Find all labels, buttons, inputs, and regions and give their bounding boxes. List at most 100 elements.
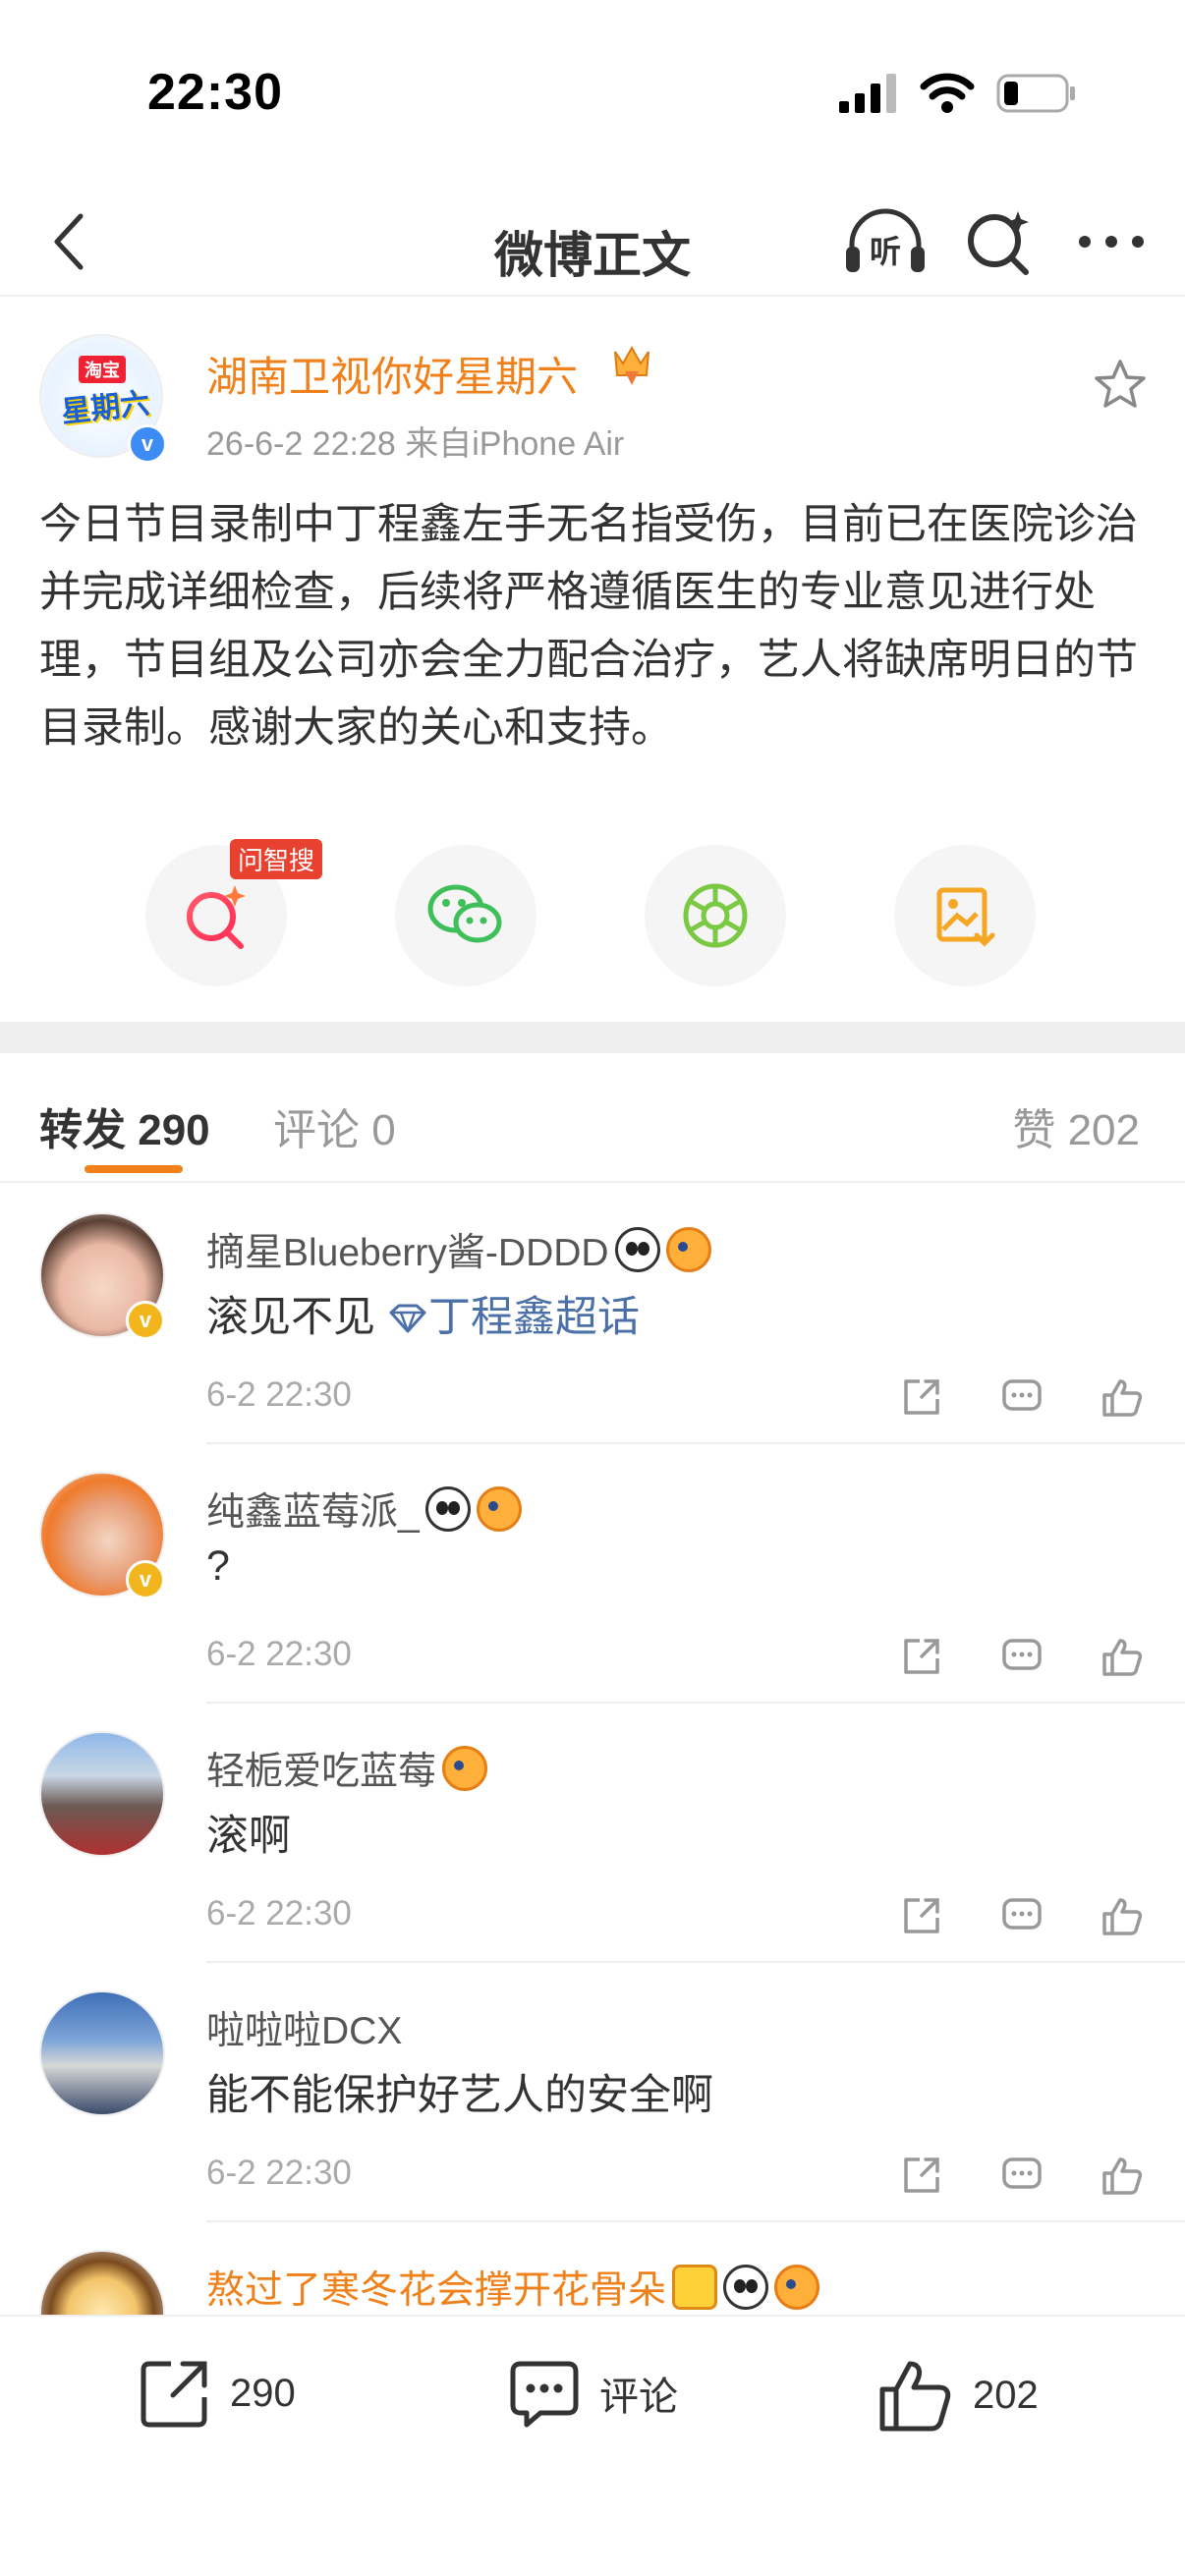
comment-actions	[894, 1629, 1150, 1684]
comment-button[interactable]	[994, 1370, 1049, 1425]
post-meta: 26-6-2 22:28 来自iPhone Air	[206, 425, 625, 463]
panda-badge-icon	[614, 1227, 660, 1272]
comment-text: ?	[206, 1542, 230, 1590]
repost-button[interactable]	[894, 1888, 949, 1943]
favorite-star-icon[interactable]	[1091, 356, 1150, 415]
topic-link-label: 丁程鑫超话	[427, 1294, 640, 1341]
comment-author-row: 熬过了寒冬花会撑开花骨朵	[206, 2260, 820, 2315]
share-icon	[904, 1898, 939, 1933]
like-button[interactable]	[1095, 1629, 1150, 1684]
share-row: 问智搜	[145, 839, 1040, 992]
comment-author-row: 轻栀爱吃蓝莓	[206, 1741, 488, 1796]
like-button[interactable]	[1095, 1370, 1150, 1425]
tab-comments-count: 0	[371, 1106, 396, 1154]
more-button[interactable]	[1067, 200, 1156, 283]
headphones-icon: 听	[846, 208, 925, 272]
fish-badge-icon	[665, 1227, 711, 1272]
comment-author-row: 纯鑫蓝莓派_	[206, 1482, 522, 1537]
author-name[interactable]: 湖南卫视你好星期六	[206, 344, 578, 404]
fish-badge-icon	[476, 1486, 522, 1532]
share-icon	[904, 1379, 939, 1415]
comment-icon	[1002, 2157, 1042, 2189]
comment-icon	[1002, 1379, 1042, 1411]
comment-text: 能不能保护好艺人的安全啊	[206, 2072, 713, 2119]
tab-likes-label: 赞	[1012, 1106, 1056, 1154]
repost-item: 熬过了寒冬花会撑开花骨朵	[0, 2222, 1185, 2315]
member-badge-icon	[614, 345, 649, 385]
ask-search-tag: 问智搜	[230, 839, 323, 879]
repost-button[interactable]	[894, 1629, 949, 1684]
comment-icon	[510, 2361, 579, 2428]
verified-badge: v	[128, 424, 167, 464]
like-button[interactable]	[1095, 2148, 1150, 2203]
wechat-share-button[interactable]	[395, 845, 536, 986]
comment-actions	[894, 1370, 1150, 1425]
comment-text: 滚啊	[206, 1813, 291, 1860]
section-separator	[0, 1022, 1185, 1053]
post-header: 淘宝 星期六 v 湖南卫视你好星期六 26-6-2 22:28 来自iPhone…	[39, 334, 1150, 472]
share-icon	[141, 2361, 207, 2428]
repost-button[interactable]	[894, 1370, 949, 1425]
ask-search-button[interactable]: 问智搜	[145, 839, 323, 986]
user-avatar[interactable]	[39, 2250, 165, 2315]
tab-reposts-label: 转发	[39, 1106, 126, 1154]
user-avatar[interactable]	[39, 1731, 165, 1857]
comment-author[interactable]: 摘星Blueberry酱-DDDD	[206, 1222, 609, 1277]
tab-likes[interactable]: 赞 202	[1012, 1094, 1140, 1157]
thumbs-up-icon	[1102, 1639, 1143, 1676]
bottom-like-count: 202	[973, 2373, 1039, 2417]
thumbs-up-icon	[879, 2361, 951, 2432]
comment-author[interactable]: 啦啦啦DCX	[206, 2000, 402, 2055]
comment-time: 6-2 22:30	[206, 1894, 352, 1932]
search-button[interactable]	[955, 200, 1044, 283]
avatar-logo-main: 星期六	[59, 387, 151, 429]
comment-icon	[1002, 1639, 1042, 1670]
comment-author[interactable]: 熬过了寒冬花会撑开花骨朵	[206, 2260, 666, 2315]
signal-icon	[839, 74, 896, 113]
comment-button[interactable]	[994, 1888, 1049, 1943]
repost-button[interactable]	[894, 2148, 949, 2203]
bottom-repost-button[interactable]: 290	[138, 2356, 296, 2431]
fish-badge-icon	[774, 2265, 820, 2310]
post-body: 今日节目录制中丁程鑫左手无名指受伤，目前已在医院诊治并完成详细检查，后续将严格遵…	[39, 501, 1138, 752]
thumbs-up-icon	[1102, 1379, 1143, 1417]
comment-author[interactable]: 纯鑫蓝莓派_	[206, 1482, 420, 1537]
save-image-button[interactable]	[894, 845, 1036, 986]
status-icons	[837, 73, 1077, 114]
tab-likes-count: 202	[1067, 1106, 1140, 1154]
moments-share-button[interactable]	[645, 845, 786, 986]
comment-actions	[894, 1888, 1150, 1943]
fish-badge-icon	[442, 1746, 488, 1791]
status-time: 22:30	[147, 64, 283, 121]
ai-search-icon	[187, 885, 246, 949]
comment-button[interactable]	[994, 1629, 1049, 1684]
comment-time: 6-2 22:30	[206, 2154, 352, 2192]
user-avatar[interactable]	[39, 1990, 165, 2116]
thumbs-up-icon	[1102, 2157, 1143, 2195]
comment-text: 滚见不见 丁程鑫超话	[206, 1283, 640, 1344]
panda-badge-icon	[723, 2265, 769, 2310]
bottom-action-bar: 290 评论 202	[0, 2315, 1185, 2576]
comment-author[interactable]: 轻栀爱吃蓝莓	[206, 1741, 436, 1796]
crown-badge-icon	[672, 2265, 718, 2310]
diamond-icon	[389, 1304, 426, 1333]
share-icon	[904, 2157, 939, 2193]
bottom-comment-button[interactable]: 评论	[507, 2356, 678, 2431]
wechat-icon	[427, 884, 502, 943]
bottom-repost-count: 290	[230, 2371, 296, 2415]
comment-author-row: 啦啦啦DCX	[206, 2000, 402, 2055]
comment-author-row: 摘星Blueberry酱-DDDD	[206, 1222, 711, 1277]
like-button[interactable]	[1095, 1888, 1150, 1943]
listen-button[interactable]: 听	[841, 200, 930, 283]
tab-reposts[interactable]: 转发 290	[39, 1094, 210, 1157]
comment-button[interactable]	[994, 2148, 1049, 2203]
bottom-like-button[interactable]: 202	[876, 2356, 1039, 2435]
topic-link[interactable]: 丁程鑫超话	[387, 1294, 640, 1341]
tab-reposts-count: 290	[138, 1106, 210, 1154]
tab-comments[interactable]: 评论 0	[273, 1094, 396, 1157]
wifi-icon	[920, 73, 975, 113]
tab-comments-label: 评论	[273, 1106, 360, 1154]
comment-time: 6-2 22:30	[206, 1635, 352, 1673]
repost-item: v 纯鑫蓝莓派_ ? 6-2 22:30	[0, 1444, 1185, 1704]
battery-icon	[996, 74, 1075, 113]
